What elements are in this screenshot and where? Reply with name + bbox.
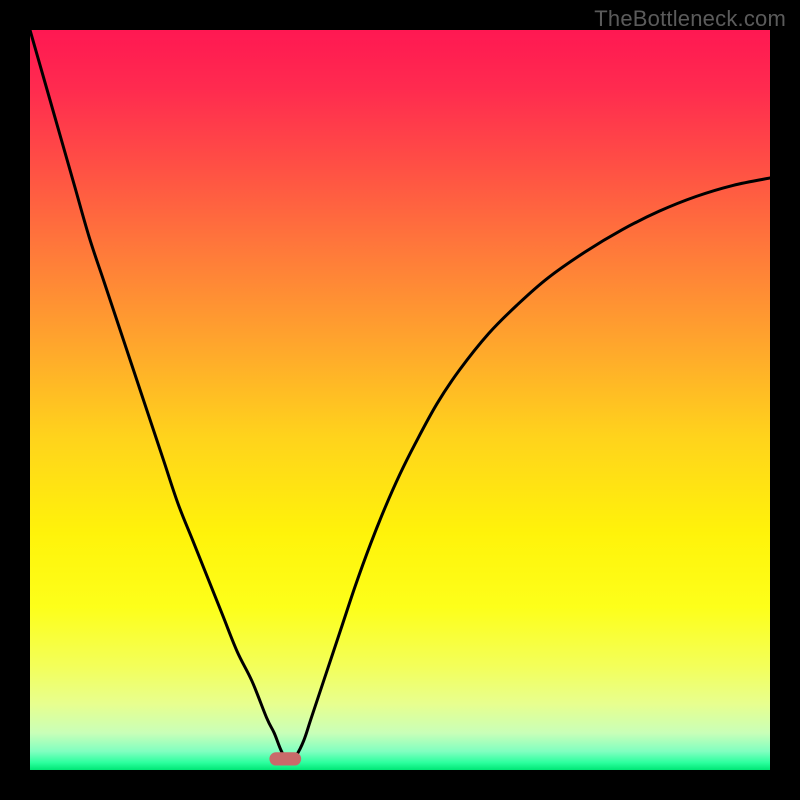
curve-layer <box>30 30 770 770</box>
chart-frame: TheBottleneck.com <box>0 0 800 800</box>
bottleneck-curve <box>30 30 770 763</box>
optimum-marker <box>269 752 301 765</box>
plot-area <box>30 30 770 770</box>
watermark-text: TheBottleneck.com <box>594 6 786 32</box>
